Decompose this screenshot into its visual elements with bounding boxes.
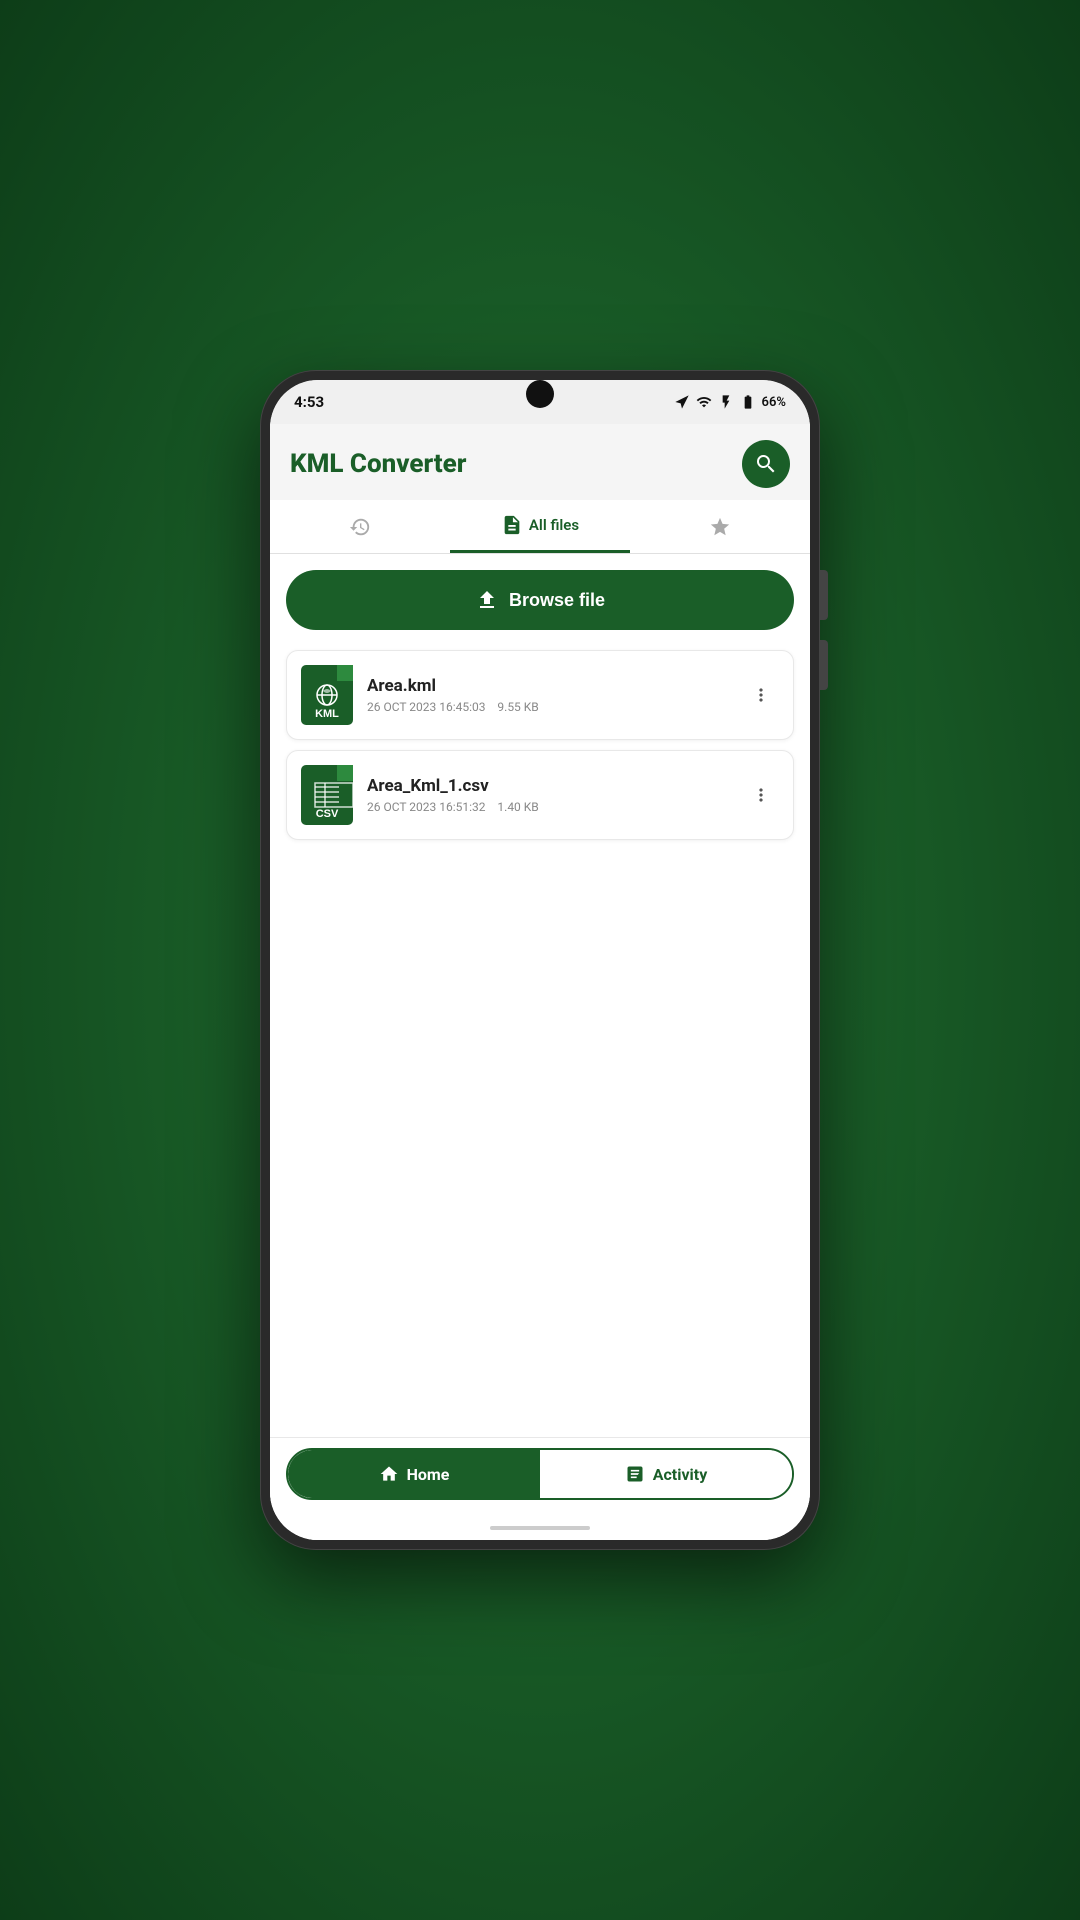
browse-button-label: Browse file [509, 590, 605, 611]
send-icon [674, 394, 690, 410]
search-icon [754, 452, 778, 476]
csv-file-name: Area_Kml_1.csv [367, 776, 729, 796]
volume-button-2[interactable] [820, 640, 828, 690]
upload-icon [475, 588, 499, 612]
file-item-csv[interactable]: CSV Area_Kml_1.csv [286, 750, 794, 840]
nav-activity[interactable]: Activity [540, 1450, 792, 1498]
kml-file-info: Area.kml 26 OCT 2023 16:45:03 9.55 KB [367, 676, 729, 714]
csv-icon-svg: CSV [301, 765, 353, 825]
kml-file-date: 26 OCT 2023 16:45:03 [367, 700, 486, 714]
star-icon [709, 516, 731, 538]
file-list: KML Area.kml [286, 650, 794, 856]
home-bar [490, 1526, 590, 1530]
kml-file-name: Area.kml [367, 676, 729, 696]
kml-icon-svg: KML [301, 665, 353, 725]
more-vert-icon-2 [751, 785, 771, 805]
csv-more-button[interactable] [743, 777, 779, 813]
file-list-area: Browse file KML [270, 554, 810, 1437]
tabs-row: All files [270, 500, 810, 554]
tab-recent[interactable] [270, 502, 450, 552]
app-header: KML Converter [270, 424, 810, 500]
home-icon [379, 1464, 399, 1484]
csv-file-date: 26 OCT 2023 16:51:32 [367, 800, 486, 814]
status-icons: 66% [674, 394, 786, 410]
tab-allfiles-label: All files [529, 516, 579, 534]
csv-file-icon: CSV [301, 765, 353, 825]
tab-allfiles[interactable]: All files [450, 500, 630, 553]
bottom-nav: Home Activity [270, 1437, 810, 1516]
kml-more-button[interactable] [743, 677, 779, 713]
csv-file-size: 1.40 KB [497, 800, 538, 814]
home-indicator [270, 1516, 810, 1540]
kml-file-icon: KML [301, 665, 353, 725]
svg-text:KML: KML [315, 708, 339, 720]
activity-icon [625, 1464, 645, 1484]
file-icon [501, 514, 523, 536]
history-icon [349, 516, 371, 538]
nav-home-label: Home [407, 1465, 450, 1484]
svg-text:CSV: CSV [316, 808, 339, 820]
battery-percent: 66% [762, 395, 786, 410]
tab-favorites[interactable] [630, 502, 810, 552]
nav-activity-label: Activity [653, 1465, 708, 1484]
csv-file-meta: 26 OCT 2023 16:51:32 1.40 KB [367, 800, 729, 814]
app-title: KML Converter [290, 449, 466, 479]
wifi-icon [696, 394, 712, 410]
browse-file-button[interactable]: Browse file [286, 570, 794, 630]
kml-file-meta: 26 OCT 2023 16:45:03 9.55 KB [367, 700, 729, 714]
battery-icon [740, 394, 756, 410]
more-vert-icon [751, 685, 771, 705]
file-item-kml[interactable]: KML Area.kml [286, 650, 794, 740]
nav-bar: Home Activity [286, 1448, 794, 1500]
volume-button[interactable] [820, 570, 828, 620]
search-button[interactable] [742, 440, 790, 488]
status-time: 4:53 [294, 393, 324, 411]
charging-icon [718, 394, 734, 410]
camera-notch [526, 380, 554, 408]
csv-file-info: Area_Kml_1.csv 26 OCT 2023 16:51:32 1.40… [367, 776, 729, 814]
kml-file-size: 9.55 KB [497, 700, 538, 714]
nav-home[interactable]: Home [288, 1450, 540, 1498]
